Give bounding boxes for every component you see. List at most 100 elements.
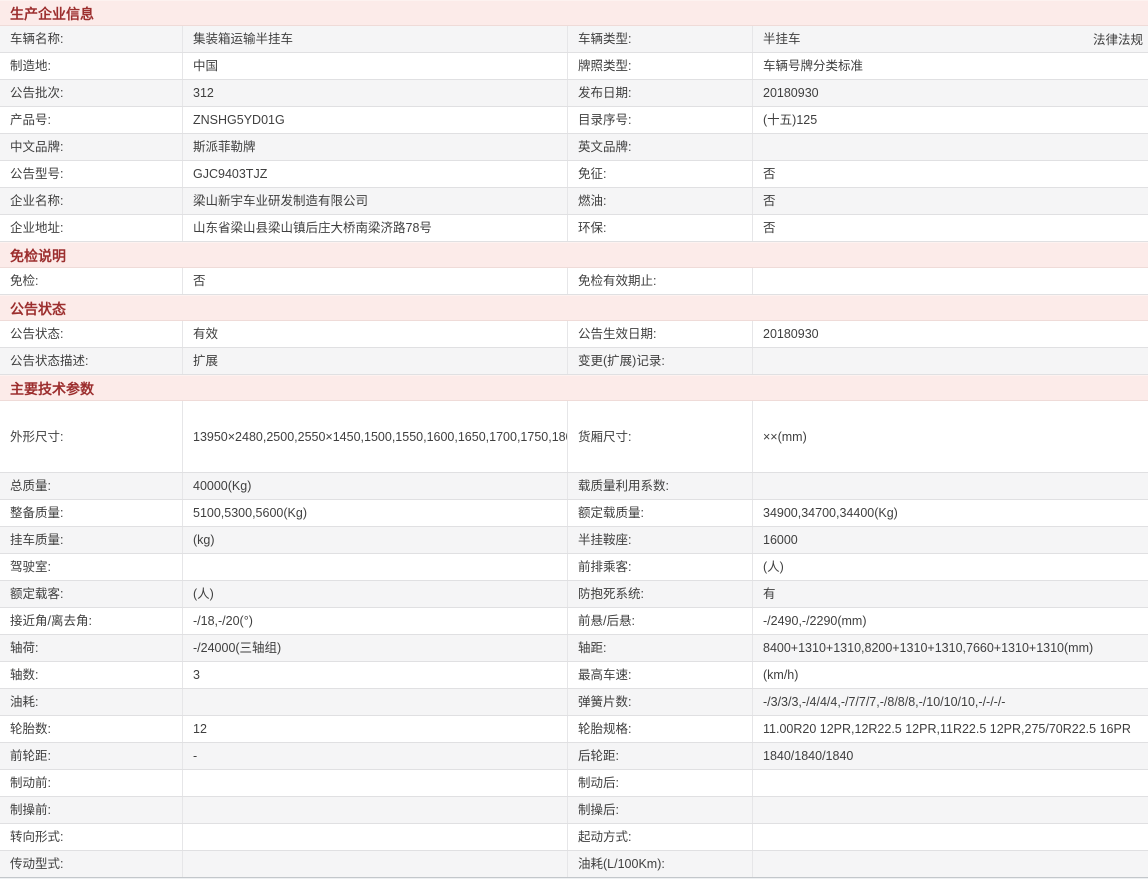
field-label: 轮胎数:: [0, 716, 183, 742]
legal-link[interactable]: 法律法规: [1088, 27, 1148, 54]
table-row: 接近角/离去角:-/18,-/20(°)前悬/后悬:-/2490,-/2290(…: [0, 608, 1148, 635]
field-label: 变更(扩展)记录:: [568, 348, 753, 374]
field-value: 3: [183, 662, 568, 688]
table-row: 轮胎数:12轮胎规格:11.00R20 12PR,12R22.5 12PR,11…: [0, 716, 1148, 743]
field-label: 公告状态描述:: [0, 348, 183, 374]
table-row: 产品号:ZNSHG5YD01G目录序号:(十五)125: [0, 107, 1148, 134]
field-label: 挂车质量:: [0, 527, 183, 553]
field-value: 11.00R20 12PR,12R22.5 12PR,11R22.5 12PR,…: [753, 716, 1148, 742]
field-label: 载质量利用系数:: [568, 473, 753, 499]
field-value: -/24000(三轴组): [183, 635, 568, 661]
table-row: 前轮距:-后轮距:1840/1840/1840: [0, 743, 1148, 770]
table-row: 公告批次:312发布日期:20180930: [0, 80, 1148, 107]
field-value: [753, 824, 1148, 850]
field-label: 额定载客:: [0, 581, 183, 607]
field-value: 13950×2480,2500,2550×1450,1500,1550,1600…: [183, 401, 568, 472]
field-value: [753, 797, 1148, 823]
field-label: 车辆名称:: [0, 26, 183, 52]
table-row: 油耗:弹簧片数:-/3/3/3,-/4/4/4,-/7/7/7,-/8/8/8,…: [0, 689, 1148, 716]
field-label: 额定载质量:: [568, 500, 753, 526]
field-label: 公告生效日期:: [568, 321, 753, 347]
field-label: 公告型号:: [0, 161, 183, 187]
field-label: 前悬/后悬:: [568, 608, 753, 634]
field-value: (kg): [183, 527, 568, 553]
field-label: 驾驶室:: [0, 554, 183, 580]
field-label: 起动方式:: [568, 824, 753, 850]
table-row: 轴数:3最高车速:(km/h): [0, 662, 1148, 689]
field-label: 半挂鞍座:: [568, 527, 753, 553]
field-value: (km/h): [753, 662, 1148, 688]
field-label: 油耗(L/100Km):: [568, 851, 753, 877]
field-label: 轴荷:: [0, 635, 183, 661]
field-value: 1840/1840/1840: [753, 743, 1148, 769]
table-row: 公告型号:GJC9403TJZ免征:否: [0, 161, 1148, 188]
table-row: 驾驶室:前排乘客:(人): [0, 554, 1148, 581]
field-label: 公告状态:: [0, 321, 183, 347]
field-label: 免检有效期止:: [568, 268, 753, 294]
table-row: 制操前:制操后:: [0, 797, 1148, 824]
field-value: [753, 268, 1148, 294]
table-row: 免检:否免检有效期止:: [0, 268, 1148, 295]
field-value: 否: [753, 188, 1148, 214]
table-row: 整备质量:5100,5300,5600(Kg)额定载质量:34900,34700…: [0, 500, 1148, 527]
field-label: 免征:: [568, 161, 753, 187]
field-value: [753, 134, 1148, 160]
field-label: 英文品牌:: [568, 134, 753, 160]
field-label: 环保:: [568, 215, 753, 241]
section-title: 主要技术参数: [0, 375, 1148, 401]
field-value: -/2490,-/2290(mm): [753, 608, 1148, 634]
field-value: 12: [183, 716, 568, 742]
field-value: 否: [753, 161, 1148, 187]
field-label: 后轮距:: [568, 743, 753, 769]
table-row: 转向形式: 起动方式:: [0, 824, 1148, 851]
field-value: [183, 689, 568, 715]
field-label: 免检:: [0, 268, 183, 294]
field-value: 312: [183, 80, 568, 106]
field-value: [753, 473, 1148, 499]
field-value: [753, 770, 1148, 796]
section-body: 公告状态:有效公告生效日期:20180930公告状态描述:扩展变更(扩展)记录:: [0, 321, 1148, 375]
field-label: 最高车速:: [568, 662, 753, 688]
field-label: 接近角/离去角:: [0, 608, 183, 634]
table-row: 传动型式:油耗(L/100Km):: [0, 851, 1148, 878]
field-value: [183, 797, 568, 823]
field-value: [753, 851, 1148, 877]
table-row: 外形尺寸:13950×2480,2500,2550×1450,1500,1550…: [0, 401, 1148, 473]
field-label: 发布日期:: [568, 80, 753, 106]
field-label: 总质量:: [0, 473, 183, 499]
field-label: 轴距:: [568, 635, 753, 661]
field-value: 否: [753, 215, 1148, 241]
field-label: 中文品牌:: [0, 134, 183, 160]
field-value: 否: [183, 268, 568, 294]
field-value: -/3/3/3,-/4/4/4,-/7/7/7,-/8/8/8,-/10/10/…: [753, 689, 1148, 715]
table-row: 总质量:40000(Kg)载质量利用系数:: [0, 473, 1148, 500]
field-label: 企业地址:: [0, 215, 183, 241]
field-value: 有效: [183, 321, 568, 347]
section-body: 免检:否免检有效期止:: [0, 268, 1148, 295]
field-value: 20180930: [753, 321, 1148, 347]
field-label: 制动前:: [0, 770, 183, 796]
field-label: 转向形式:: [0, 824, 183, 850]
field-label: 制动后:: [568, 770, 753, 796]
table-row: 中文品牌:斯派菲勒牌英文品牌:: [0, 134, 1148, 161]
field-label: 轮胎规格:: [568, 716, 753, 742]
field-value: 8400+1310+1310,8200+1310+1310,7660+1310+…: [753, 635, 1148, 661]
table-row: 车辆名称:集装箱运输半挂车车辆类型:半挂车: [0, 26, 1148, 53]
field-label: 产品号:: [0, 107, 183, 133]
field-label: 公告批次:: [0, 80, 183, 106]
field-value: 有: [753, 581, 1148, 607]
section-body: 外形尺寸:13950×2480,2500,2550×1450,1500,1550…: [0, 401, 1148, 878]
table-row: 企业地址:山东省梁山县梁山镇后庄大桥南梁济路78号环保:否: [0, 215, 1148, 242]
section-title: 生产企业信息: [0, 0, 1148, 26]
section-title: 免检说明: [0, 242, 1148, 268]
section-title: 公告状态: [0, 295, 1148, 321]
field-label: 货厢尺寸:: [568, 401, 753, 472]
field-value: [183, 824, 568, 850]
field-value: (人): [753, 554, 1148, 580]
vehicle-announcement-page: 生产企业信息车辆名称:集装箱运输半挂车车辆类型:半挂车制造地:中国牌照类型:车辆…: [0, 0, 1148, 879]
table-row: 轴荷:-/24000(三轴组)轴距:8400+1310+1310,8200+13…: [0, 635, 1148, 662]
field-label: 牌照类型:: [568, 53, 753, 79]
field-value: 车辆号牌分类标准: [753, 53, 1148, 79]
field-value: [183, 770, 568, 796]
field-value: 20180930: [753, 80, 1148, 106]
